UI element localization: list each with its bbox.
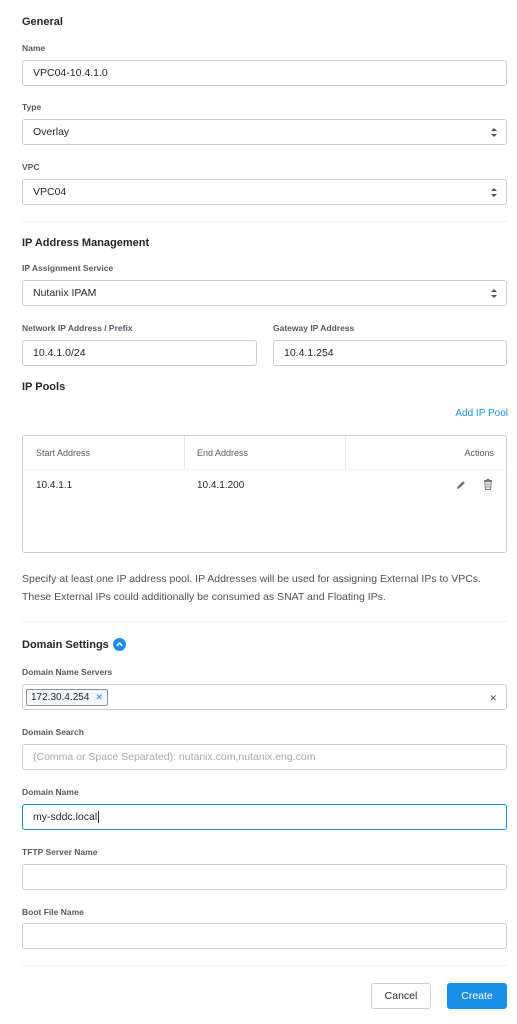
gateway-input[interactable]: 10.4.1.254 [273,340,507,366]
column-header-start: Start Address [36,447,91,458]
ip-assignment-service-value: Nutanix IPAM [33,287,97,299]
name-input[interactable]: VPC04-10.4.1.0 [22,60,507,86]
ip-pools-table: Start Address End Address Actions 10.4.1… [22,435,507,553]
domain-name-input[interactable]: my-sddc.local [22,804,507,830]
domain-search-input[interactable]: (Comma or Space Separated): nutanix.com,… [22,744,507,770]
close-icon[interactable]: ✕ [489,693,497,704]
table-header-divider [23,469,506,470]
domain-name-label: Domain Name [22,787,79,797]
column-header-actions: Actions [464,447,494,458]
network-prefix-label: Network IP Address / Prefix [22,323,133,333]
network-prefix-input[interactable]: 10.4.1.0/24 [22,340,257,366]
vpc-select-value: VPC04 [33,186,67,198]
ip-assignment-service-label: IP Assignment Service [22,263,114,273]
divider [22,621,507,622]
gateway-label: Gateway IP Address [273,323,355,333]
column-separator [345,436,346,469]
domain-settings-title: Domain Settings [22,639,109,651]
column-separator [184,436,185,469]
select-arrows-icon [491,127,497,138]
trash-icon[interactable] [482,478,494,491]
dns-tags-input[interactable]: 172.30.4.254 ✕ ✕ [22,684,507,710]
domain-search-label: Domain Search [22,727,84,737]
vpc-select[interactable]: VPC04 [22,179,507,205]
tftp-input[interactable] [22,864,507,890]
chevron-up-icon[interactable] [113,638,126,651]
ip-assignment-service-select[interactable]: Nutanix IPAM [22,280,507,306]
select-arrows-icon [491,288,497,299]
type-select-value: Overlay [33,126,70,138]
domain-name-value: my-sddc.local [33,811,98,823]
network-prefix-value: 10.4.1.0/24 [33,347,86,359]
tag-remove-icon[interactable]: ✕ [95,692,103,703]
ip-pools-title: IP Pools [22,381,66,393]
dns-tag-label: 172.30.4.254 [31,691,90,703]
dns-label: Domain Name Servers [22,667,113,677]
text-cursor [98,811,100,823]
add-ip-pool-link[interactable]: Add IP Pool [455,408,508,419]
tftp-label: TFTP Server Name [22,847,98,857]
create-button[interactable]: Create [447,983,507,1009]
row-end-address: 10.4.1.200 [197,480,245,491]
vpc-label: VPC [22,162,40,172]
divider [22,221,507,222]
name-label: Name [22,43,46,53]
boot-file-input[interactable] [22,923,507,949]
gateway-value: 10.4.1.254 [284,347,334,359]
boot-file-label: Boot File Name [22,907,84,917]
select-arrows-icon [491,187,497,198]
pencil-icon[interactable] [455,479,467,491]
ipam-section-title: IP Address Management [22,237,150,249]
ip-pools-info-text: Specify at least one IP address pool. IP… [22,573,481,603]
column-header-end: End Address [197,447,249,458]
general-section-title: General [22,16,63,28]
cancel-button[interactable]: Cancel [371,983,431,1009]
type-select[interactable]: Overlay [22,119,507,145]
type-label: Type [22,102,42,112]
dns-tag: 172.30.4.254 ✕ [26,688,108,706]
domain-search-placeholder: (Comma or Space Separated): nutanix.com,… [33,751,316,763]
row-start-address: 10.4.1.1 [36,480,73,491]
divider [22,965,507,966]
name-input-value: VPC04-10.4.1.0 [33,67,108,79]
